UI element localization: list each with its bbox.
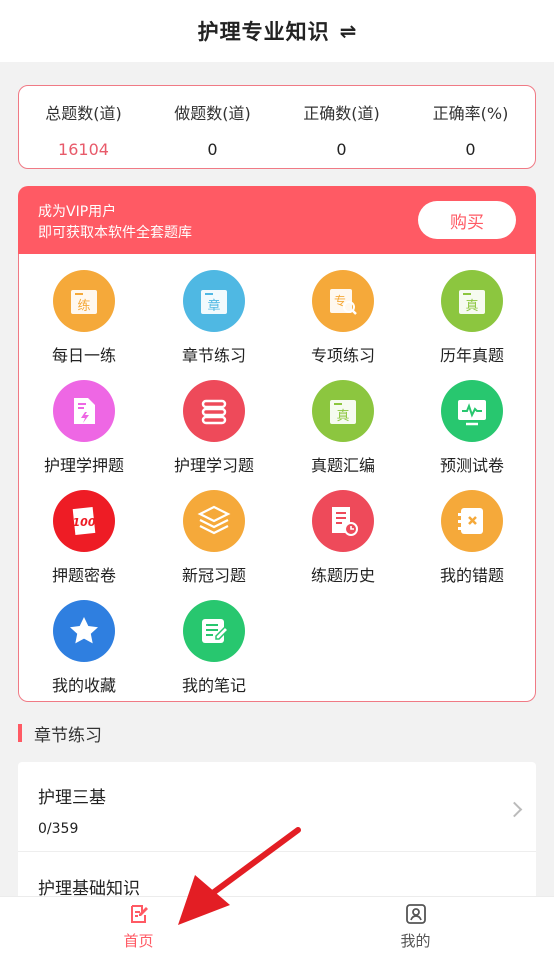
stat-rate: 正确率(%) 0 (406, 86, 535, 168)
stat-value: 0 (207, 140, 218, 159)
secret-paper-icon: 100 (53, 490, 115, 552)
feature-daily-practice[interactable]: 练每日一练 (19, 254, 149, 365)
past-exams-icon: 真 (441, 270, 503, 332)
feature-label: 护理学押题 (43, 456, 124, 475)
vip-banner: 成为VIP用户 即可获取本软件全套题库 购买 (18, 186, 536, 254)
svg-text:100: 100 (73, 516, 96, 529)
section-header: 章节练习 (18, 722, 102, 746)
predicted-questions-icon (53, 380, 115, 442)
svg-text:练: 练 (77, 299, 90, 314)
chapter-list: 护理三基 0/359 护理基础知识 (18, 762, 536, 912)
stat-correct: 正确数(道) 0 (277, 86, 406, 168)
feature-label: 护理学习题 (173, 456, 254, 475)
chapter-progress: 0/359 (38, 821, 79, 837)
top-bar: 护理专业知识 ⇌ (0, 0, 554, 62)
feature-mock-exam[interactable]: 预测试卷 (407, 364, 537, 475)
buy-button[interactable]: 购买 (418, 201, 516, 239)
feature-label: 练题历史 (310, 566, 375, 585)
mock-exam-icon (441, 380, 503, 442)
feature-notes[interactable]: 我的笔记 (149, 584, 279, 695)
notes-icon (183, 600, 245, 662)
stat-done: 做题数(道) 0 (148, 86, 277, 168)
stat-label: 正确率(%) (432, 104, 509, 123)
tab-home[interactable]: 首页 (0, 897, 277, 956)
tab-label: 首页 (123, 932, 154, 950)
stat-label: 做题数(道) (174, 104, 251, 123)
page-title[interactable]: 护理专业知识 (198, 16, 330, 46)
feature-label: 专项练习 (310, 346, 375, 365)
vip-subtitle: 即可获取本软件全套题库 (38, 225, 192, 241)
feature-chapter-practice[interactable]: 章章节练习 (149, 254, 279, 365)
feature-label: 押题密卷 (51, 566, 116, 585)
feature-label: 我的收藏 (51, 676, 116, 695)
feature-label: 我的错题 (439, 566, 504, 585)
stat-value: 16104 (58, 140, 109, 159)
svg-text:章: 章 (207, 298, 220, 314)
chapter-name: 护理三基 (38, 788, 106, 808)
section-title: 章节练习 (34, 725, 102, 746)
vip-title: 成为VIP用户 (38, 204, 117, 220)
wrong-questions-icon (441, 490, 503, 552)
profile-icon (404, 902, 428, 926)
feature-predicted-questions[interactable]: 护理学押题 (19, 364, 149, 475)
covid-exercises-icon (183, 490, 245, 552)
feature-past-exams[interactable]: 真历年真题 (407, 254, 537, 365)
feature-label: 新冠习题 (181, 566, 246, 585)
stats-panel: 总题数(道) 16104 做题数(道) 0 正确数(道) 0 正确率(%) 0 (18, 85, 536, 169)
exercises-icon (183, 380, 245, 442)
tab-label: 我的 (400, 932, 431, 950)
favorites-icon (53, 600, 115, 662)
stat-total: 总题数(道) 16104 (19, 86, 148, 168)
stat-value: 0 (465, 140, 476, 159)
stat-value: 0 (336, 140, 347, 159)
practice-history-icon (312, 490, 374, 552)
feature-exam-collection[interactable]: 真真题汇编 (278, 364, 408, 475)
feature-practice-history[interactable]: 练题历史 (278, 474, 408, 585)
feature-label: 每日一练 (51, 346, 116, 365)
feature-exercises[interactable]: 护理学习题 (149, 364, 279, 475)
home-edit-icon (127, 902, 151, 926)
feature-label: 我的笔记 (181, 676, 246, 695)
feature-special-practice[interactable]: 专专项练习 (278, 254, 408, 365)
svg-text:真: 真 (336, 409, 349, 424)
feature-label: 真题汇编 (310, 456, 375, 475)
chapter-practice-icon: 章 (183, 270, 245, 332)
feature-grid: 练每日一练章章节练习专专项练习真历年真题 护理学押题 护理学习题真真题汇编 预测试卷 1… (18, 254, 536, 702)
swap-icon[interactable]: ⇌ (340, 19, 357, 43)
bottom-tab-bar: 首页 我的 (0, 896, 554, 956)
feature-wrong-questions[interactable]: 我的错题 (407, 474, 537, 585)
stat-label: 总题数(道) (45, 104, 122, 123)
tab-profile[interactable]: 我的 (277, 897, 554, 956)
feature-favorites[interactable]: 我的收藏 (19, 584, 149, 695)
feature-label: 章节练习 (181, 346, 246, 365)
list-item[interactable]: 护理三基 0/359 (18, 762, 536, 852)
feature-label: 历年真题 (439, 346, 504, 365)
feature-label: 预测试卷 (439, 456, 504, 475)
exam-collection-icon: 真 (312, 380, 374, 442)
svg-text:真: 真 (465, 299, 478, 314)
section-accent-bar (18, 724, 22, 742)
chevron-right-icon (506, 801, 523, 818)
special-practice-icon: 专 (312, 270, 374, 332)
feature-secret-paper[interactable]: 100 押题密卷 (19, 474, 149, 585)
stat-label: 正确数(道) (303, 104, 380, 123)
daily-practice-icon: 练 (53, 270, 115, 332)
feature-covid-exercises[interactable]: 新冠习题 (149, 474, 279, 585)
